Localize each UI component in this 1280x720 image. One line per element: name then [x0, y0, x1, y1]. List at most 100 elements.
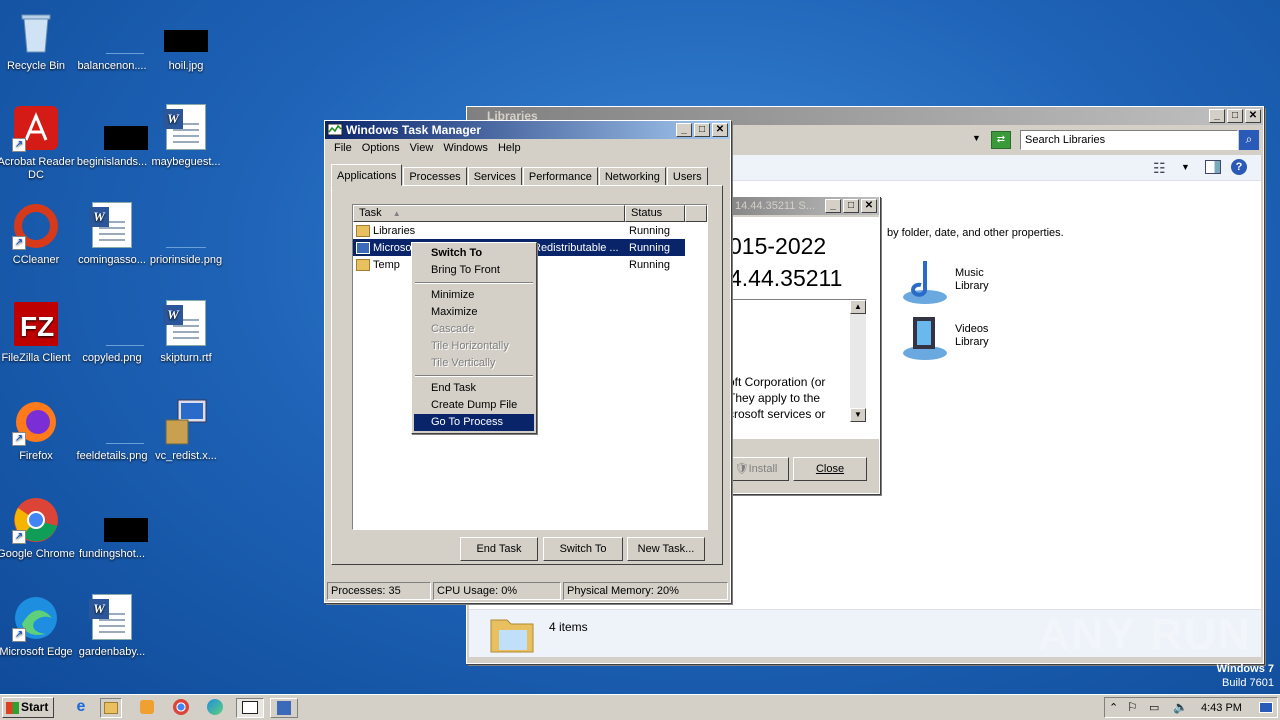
installer-body: 015-2022 4.44.35211 oft Corporation (or … [713, 217, 879, 493]
maximize-button[interactable]: □ [694, 123, 710, 137]
column-header-task[interactable]: Task ▲ [353, 205, 625, 222]
close-button[interactable]: ✕ [712, 123, 728, 137]
new-task-button[interactable]: New Task... [627, 537, 705, 561]
help-icon[interactable]: ? [1231, 159, 1247, 175]
search-icon[interactable]: ⌕ [1239, 130, 1259, 150]
scroll-down-button[interactable]: ▼ [850, 408, 866, 422]
install-button[interactable]: 🛡Install [723, 457, 789, 481]
desktop-icon-file[interactable]: fundingshot... [72, 496, 152, 561]
refresh-icon[interactable]: ⇄ [991, 131, 1011, 149]
desktop-icon-firefox[interactable]: ↗ Firefox [0, 398, 76, 463]
show-desktop-icon[interactable] [1259, 702, 1273, 713]
media-player-icon[interactable] [136, 698, 158, 718]
license-scrollbar[interactable]: ▲ ▼ [850, 300, 866, 422]
menu-file[interactable]: File [329, 141, 357, 155]
file-explorer-icon[interactable] [100, 698, 122, 718]
column-header-status[interactable]: Status [625, 205, 685, 222]
clock[interactable]: 4:43 PM [1201, 702, 1242, 714]
menu-options[interactable]: Options [357, 141, 405, 155]
tab-processes[interactable]: Processes [403, 167, 467, 186]
menu-item-bring-to-front[interactable]: Bring To Front [414, 262, 534, 279]
maximize-button[interactable]: □ [843, 199, 859, 213]
anyrun-watermark: ANY RUN [1038, 610, 1252, 659]
tab-users[interactable]: Users [666, 167, 708, 186]
end-task-button[interactable]: End Task [460, 537, 538, 561]
desktop-icon-acrobat[interactable]: ↗ Acrobat Reader DC [0, 104, 76, 182]
word-doc-icon: W [162, 300, 210, 348]
menu-view[interactable]: View [405, 141, 439, 155]
internet-explorer-icon[interactable]: e [70, 698, 92, 718]
desktop-icon-file[interactable]: hoil.jpg [146, 8, 226, 73]
desktop-icon-file[interactable]: balancenon.... [72, 8, 152, 73]
maximize-button[interactable]: □ [1227, 109, 1243, 123]
minimize-button[interactable]: _ [825, 199, 841, 213]
image-file-icon [88, 300, 144, 348]
desktop-icon-file[interactable]: W skipturn.rtf [146, 300, 226, 365]
desktop-icon-file[interactable]: feeldetails.png [72, 398, 152, 463]
dropdown-arrow-icon[interactable]: ▼ [972, 133, 981, 143]
os-version: Windows 7 Build 7601 [1217, 662, 1274, 690]
close-button[interactable]: ✕ [1245, 109, 1261, 123]
network-icon[interactable]: ▭ [1149, 701, 1159, 714]
volume-icon[interactable]: 🔈 [1173, 700, 1188, 714]
task-list-header: Task ▲ Status [353, 205, 707, 222]
library-item-videos[interactable]: Videos Library [901, 313, 1021, 363]
desktop-icon-ccleaner[interactable]: ↗ CCleaner [0, 202, 76, 267]
close-installer-button[interactable]: Close [793, 457, 867, 481]
task-manager-titlebar[interactable]: Windows Task Manager _ □ ✕ [325, 121, 730, 139]
taskbar: Start e ⌃ ⚐ ▭ 🔈 4:43 PM [0, 694, 1280, 720]
menu-item-end-task[interactable]: End Task [414, 380, 534, 397]
menu-item-maximize[interactable]: Maximize [414, 304, 534, 321]
desktop-icon-recycle-bin[interactable]: Recycle Bin [0, 8, 76, 73]
chevron-down-icon[interactable]: ▼ [1181, 162, 1190, 172]
flag-icon[interactable]: ⚐ [1127, 700, 1138, 714]
chrome-icon[interactable] [170, 698, 192, 718]
tab-applications[interactable]: Applications [331, 164, 403, 186]
show-hidden-icons-icon[interactable]: ⌃ [1109, 701, 1118, 714]
edge-icon[interactable] [204, 698, 226, 718]
folder-icon [356, 224, 370, 237]
desktop-icon-file[interactable]: priorinside.png [146, 202, 226, 267]
view-options-icon[interactable]: ☷ [1153, 160, 1166, 177]
desktop-icon-file[interactable]: vc_redist.x... [146, 398, 226, 463]
switch-to-button[interactable]: Switch To [543, 537, 623, 561]
tab-networking[interactable]: Networking [598, 167, 666, 186]
library-item-label: Library [955, 280, 989, 292]
search-input[interactable]: Search Libraries [1020, 130, 1238, 150]
task-manager-icon[interactable] [236, 698, 264, 718]
menu-item-minimize[interactable]: Minimize [414, 287, 534, 304]
task-row[interactable]: Libraries Running [353, 222, 707, 239]
shortcut-arrow-icon: ↗ [12, 138, 26, 152]
desktop-icon-file[interactable]: beginislands... [72, 104, 152, 169]
scroll-up-button[interactable]: ▲ [850, 300, 866, 314]
sort-arrow-icon: ▲ [392, 209, 401, 218]
desktop-icon-file[interactable]: copyled.png [72, 300, 152, 365]
desktop-icon-file[interactable]: W maybeguest... [146, 104, 226, 169]
minimize-button[interactable]: _ [1209, 109, 1225, 123]
menu-item-create-dump-file[interactable]: Create Dump File [414, 397, 534, 414]
tab-strip: Applications Processes Services Performa… [331, 164, 709, 186]
minimize-button[interactable]: _ [676, 123, 692, 137]
desktop-icon-file[interactable]: W gardenbaby... [72, 594, 152, 659]
menu-windows[interactable]: Windows [438, 141, 493, 155]
installer-window[interactable]: 14.44.35211 S... _ □ ✕ 015-2022 4.44.352… [712, 196, 880, 494]
tab-services[interactable]: Services [467, 167, 522, 186]
preview-pane-icon[interactable] [1205, 160, 1221, 174]
acrobat-icon: ↗ [12, 104, 60, 152]
menu-item-go-to-process[interactable]: Go To Process [414, 414, 534, 431]
installer-icon[interactable] [270, 698, 298, 718]
library-item-music[interactable]: Music Library [901, 257, 1021, 307]
recycle-bin-icon [12, 8, 60, 56]
menu-help[interactable]: Help [493, 141, 526, 155]
close-button[interactable]: ✕ [861, 199, 877, 213]
menu-item-switch-to[interactable]: Switch To [414, 245, 534, 262]
svg-text:FZ: FZ [20, 311, 54, 342]
desktop-icon-file[interactable]: W comingasso... [72, 202, 152, 267]
desktop-icon-edge[interactable]: ↗ Microsoft Edge [0, 594, 76, 659]
shortcut-arrow-icon: ↗ [12, 236, 26, 250]
installer-titlebar[interactable]: 14.44.35211 S... _ □ ✕ [713, 197, 879, 215]
tab-performance[interactable]: Performance [522, 167, 598, 186]
start-button[interactable]: Start [2, 697, 54, 718]
desktop-icon-filezilla[interactable]: FZ FileZilla Client [0, 300, 76, 365]
desktop-icon-chrome[interactable]: ↗ Google Chrome [0, 496, 76, 561]
